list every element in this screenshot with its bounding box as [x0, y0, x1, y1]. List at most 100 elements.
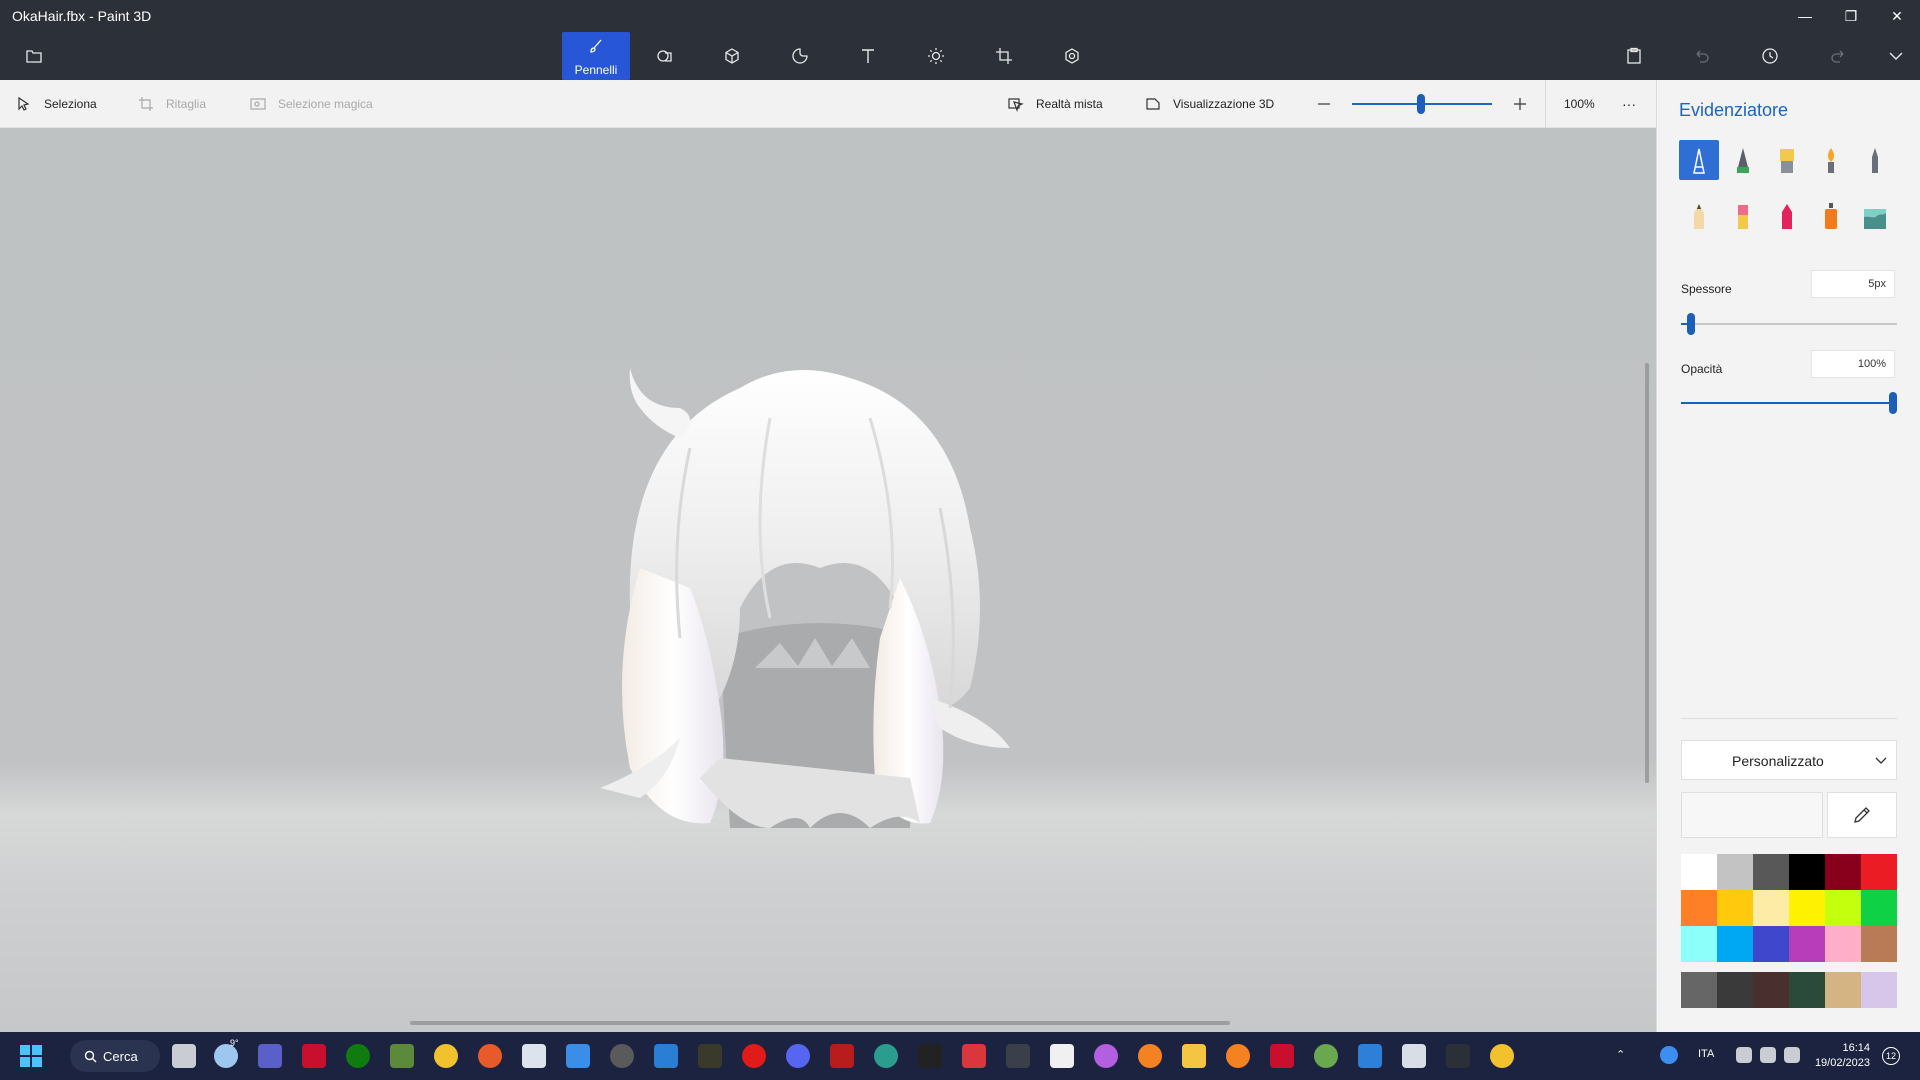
tray-overflow-icon[interactable]: ⌃: [1616, 1048, 1625, 1061]
color-swatch[interactable]: [1681, 972, 1717, 1008]
color-swatch[interactable]: [1789, 890, 1825, 926]
blender-icon-1[interactable]: [1138, 1044, 1162, 1068]
2d-shapes-tool-button[interactable]: [634, 32, 694, 80]
menu-folder-icon[interactable]: [4, 32, 64, 80]
color-swatch[interactable]: [1861, 890, 1897, 926]
paint-3d-taskbar-icon[interactable]: [1094, 1044, 1118, 1068]
opacity-slider-thumb[interactable]: [1889, 392, 1897, 414]
terminal-icon[interactable]: [1446, 1044, 1470, 1068]
color-swatch[interactable]: [1753, 854, 1789, 890]
app-icon-11[interactable]: [1402, 1044, 1426, 1068]
taskbar-clock[interactable]: 16:14 19/02/2023: [1810, 1041, 1870, 1071]
3d-library-tool-button[interactable]: [1042, 32, 1102, 80]
app-icon-7[interactable]: [962, 1044, 986, 1068]
zoom-in-button[interactable]: [1512, 80, 1528, 128]
spray-can-button[interactable]: [1811, 196, 1851, 236]
crop-button[interactable]: Ritaglia: [138, 80, 206, 128]
undo-button[interactable]: [1672, 32, 1732, 80]
zoom-slider-thumb[interactable]: [1417, 94, 1425, 114]
volume-icon[interactable]: [1760, 1047, 1776, 1063]
app-icon-5[interactable]: [830, 1044, 854, 1068]
chrome-profile-icon[interactable]: [1490, 1044, 1514, 1068]
view-3d-toggle[interactable]: Visualizzazione 3D: [1145, 80, 1274, 128]
magic-select-button[interactable]: Selezione magica: [250, 80, 373, 128]
color-swatch[interactable]: [1681, 926, 1717, 962]
color-swatch[interactable]: [1825, 890, 1861, 926]
3d-canvas[interactable]: [0, 128, 1656, 1032]
unity-icon[interactable]: [918, 1044, 942, 1068]
mail-icon[interactable]: [654, 1044, 678, 1068]
select-button[interactable]: Seleziona: [16, 80, 97, 128]
more-options-button[interactable]: ···: [1622, 80, 1636, 128]
audio-editor-icon[interactable]: [1006, 1044, 1030, 1068]
color-swatch[interactable]: [1861, 972, 1897, 1008]
notepad-icon[interactable]: [1050, 1044, 1074, 1068]
color-swatch[interactable]: [1861, 926, 1897, 962]
color-swatch[interactable]: [1753, 890, 1789, 926]
watercolor-button[interactable]: [1811, 140, 1851, 180]
color-swatch[interactable]: [1753, 926, 1789, 962]
app-icon-9[interactable]: [1314, 1044, 1338, 1068]
history-button[interactable]: [1740, 32, 1800, 80]
color-swatch[interactable]: [1681, 890, 1717, 926]
taskbar-search[interactable]: Cerca: [70, 1040, 160, 1072]
calligraphy-pen-button[interactable]: [1723, 140, 1763, 180]
color-swatch[interactable]: [1681, 854, 1717, 890]
teams-icon[interactable]: [258, 1044, 282, 1068]
vertical-scrollbar[interactable]: [1645, 363, 1649, 783]
zoom-out-button[interactable]: [1316, 80, 1332, 128]
battery-icon[interactable]: [1784, 1047, 1800, 1063]
paste-button[interactable]: [1604, 32, 1664, 80]
crayon-button[interactable]: [1767, 196, 1807, 236]
marker-brush-button[interactable]: [1679, 140, 1719, 180]
chrome-icon[interactable]: [434, 1044, 458, 1068]
opacity-slider-track[interactable]: [1681, 402, 1897, 404]
color-mode-dropdown[interactable]: Personalizzato: [1681, 740, 1897, 780]
app-icon-3[interactable]: [610, 1044, 634, 1068]
color-swatch[interactable]: [1789, 972, 1825, 1008]
selected-color-preview[interactable]: [1681, 792, 1823, 838]
zoom-percentage[interactable]: 100%: [1545, 80, 1595, 128]
close-button[interactable]: ✕: [1877, 4, 1917, 28]
color-swatch[interactable]: [1717, 972, 1753, 1008]
pencil-button[interactable]: [1679, 196, 1719, 236]
hair-3d-model[interactable]: [570, 308, 1080, 838]
fill-button[interactable]: [1855, 196, 1895, 236]
notification-badge[interactable]: 12: [1882, 1047, 1900, 1065]
color-swatch[interactable]: [1717, 854, 1753, 890]
task-view-icon[interactable]: [172, 1044, 196, 1068]
among-us-icon[interactable]: [302, 1044, 326, 1068]
eraser-button[interactable]: [1723, 196, 1763, 236]
discord-icon[interactable]: [786, 1044, 810, 1068]
3d-shapes-tool-button[interactable]: [702, 32, 762, 80]
thickness-slider-thumb[interactable]: [1687, 313, 1695, 335]
blender-icon-2[interactable]: [1226, 1044, 1250, 1068]
windows-start-icon[interactable]: [20, 1045, 42, 1067]
canvas-tool-button[interactable]: [974, 32, 1034, 80]
network-icon[interactable]: [1736, 1047, 1752, 1063]
eyedropper-button[interactable]: [1827, 792, 1897, 838]
onedrive-icon[interactable]: [1660, 1046, 1678, 1064]
xbox-icon[interactable]: [346, 1044, 370, 1068]
opacity-field[interactable]: 100%: [1811, 350, 1895, 378]
effects-tool-button[interactable]: [906, 32, 966, 80]
text-tool-button[interactable]: [838, 32, 898, 80]
thickness-slider-track[interactable]: [1681, 323, 1897, 325]
pixel-pen-button[interactable]: [1855, 140, 1895, 180]
color-swatch[interactable]: [1825, 972, 1861, 1008]
expand-menu-button[interactable]: [1866, 32, 1920, 80]
thickness-field[interactable]: 5px: [1811, 270, 1895, 298]
redo-button[interactable]: [1808, 32, 1868, 80]
mixed-reality-button[interactable]: Realtà mista: [1008, 80, 1103, 128]
file-explorer-icon[interactable]: [1182, 1044, 1206, 1068]
color-swatch[interactable]: [1789, 926, 1825, 962]
minecraft-icon[interactable]: [390, 1044, 414, 1068]
app-icon-10[interactable]: [1358, 1044, 1382, 1068]
stickers-tool-button[interactable]: [770, 32, 830, 80]
app-icon-8[interactable]: [1270, 1044, 1294, 1068]
language-indicator[interactable]: ITA: [1698, 1048, 1714, 1060]
color-swatch[interactable]: [1717, 890, 1753, 926]
app-icon-6[interactable]: [874, 1044, 898, 1068]
color-swatch[interactable]: [1789, 854, 1825, 890]
color-swatch[interactable]: [1753, 972, 1789, 1008]
